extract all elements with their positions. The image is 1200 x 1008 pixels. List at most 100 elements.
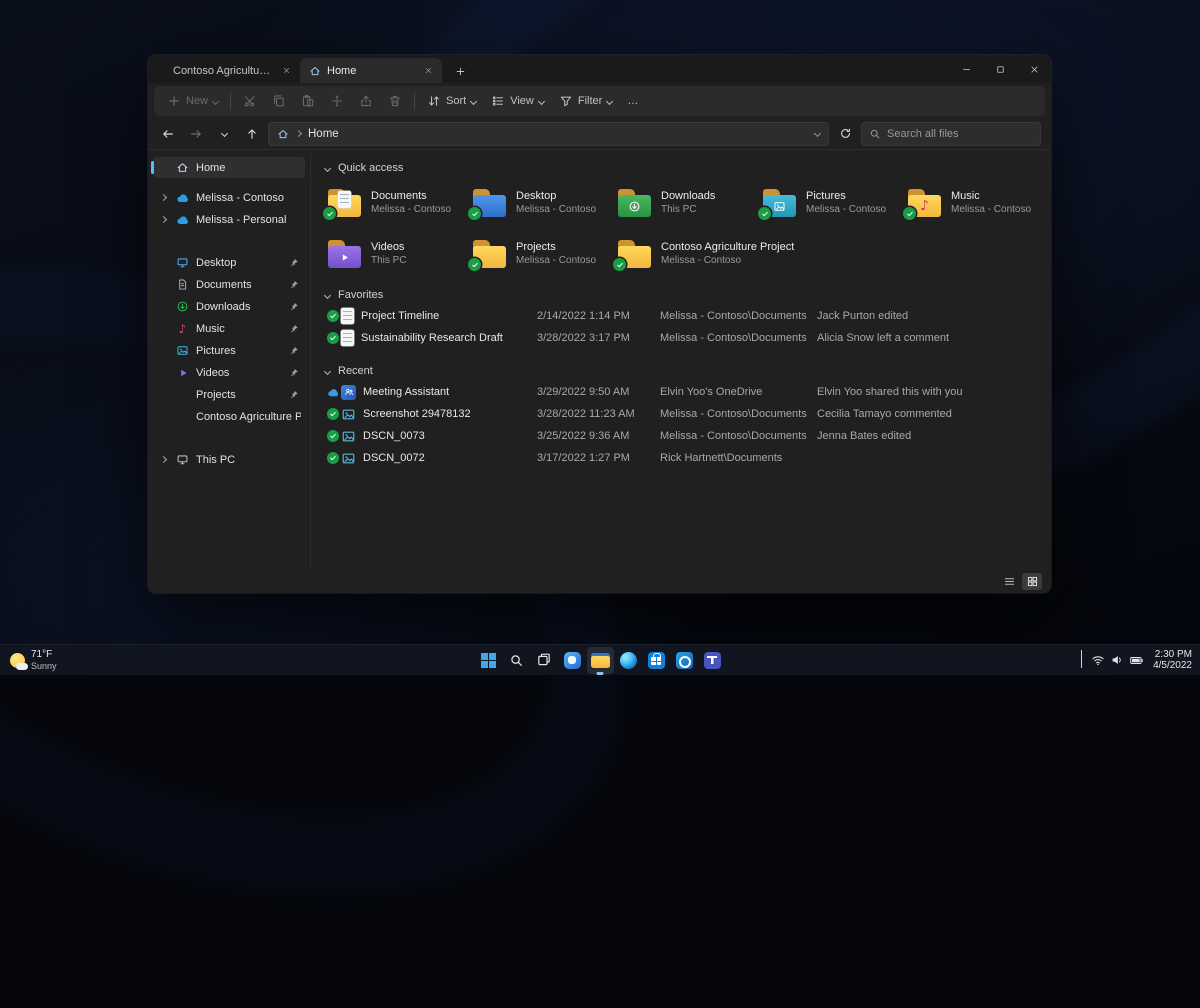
maximize-button[interactable] bbox=[983, 55, 1017, 83]
file-row-dscn-0073[interactable]: DSCN_0073 3/25/2022 9:36 AM Melissa - Co… bbox=[325, 425, 1041, 447]
quick-access-tile-videos[interactable]: VideosThis PC bbox=[327, 235, 472, 273]
back-button[interactable] bbox=[156, 122, 180, 146]
filter-button[interactable]: Filter bbox=[552, 88, 619, 114]
sidebar-item-documents[interactable]: Documents bbox=[153, 274, 305, 295]
paste-button[interactable] bbox=[294, 88, 322, 114]
battery-icon bbox=[1129, 653, 1144, 668]
sidebar-item-home[interactable]: Home bbox=[153, 157, 305, 178]
quick-access-tile-desktop[interactable]: DesktopMelissa - Contoso bbox=[472, 184, 617, 222]
tab-contoso-agriculture-project[interactable]: Contoso Agriculture Project bbox=[158, 58, 300, 83]
new-button[interactable]: New bbox=[160, 88, 225, 114]
sidebar-item-melissa-personal[interactable]: Melissa - Personal bbox=[153, 209, 305, 230]
search-box[interactable] bbox=[861, 122, 1041, 146]
clock[interactable]: 2:30 PM 4/5/2022 bbox=[1153, 649, 1192, 672]
quick-access-tile-documents[interactable]: DocumentsMelissa - Contoso bbox=[327, 184, 472, 222]
download-icon bbox=[618, 195, 651, 217]
copy-button[interactable] bbox=[265, 88, 293, 114]
address-dropdown-chevron[interactable] bbox=[814, 130, 821, 137]
collapse-chevron-icon[interactable] bbox=[325, 166, 330, 171]
sidebar-item-label: Home bbox=[196, 162, 301, 174]
recent-locations-chevron[interactable] bbox=[212, 122, 236, 146]
forward-button[interactable] bbox=[184, 122, 208, 146]
expand-chevron-icon[interactable] bbox=[157, 217, 169, 222]
pin-icon bbox=[289, 280, 299, 290]
up-button[interactable] bbox=[240, 122, 264, 146]
tray-status-icons[interactable] bbox=[1091, 653, 1144, 668]
minimize-button[interactable] bbox=[949, 55, 983, 83]
sidebar-item-music[interactable]: ♪ Music bbox=[153, 318, 305, 339]
collapse-chevron-icon[interactable] bbox=[325, 293, 330, 298]
quick-access-tile-pictures[interactable]: PicturesMelissa - Contoso bbox=[762, 184, 907, 222]
expand-chevron-icon[interactable] bbox=[157, 457, 169, 462]
sidebar-item-downloads[interactable]: Downloads bbox=[153, 296, 305, 317]
hidden-icons-button[interactable] bbox=[1081, 651, 1082, 669]
tab-close-icon[interactable] bbox=[278, 63, 294, 79]
divider bbox=[230, 93, 231, 109]
delete-button[interactable] bbox=[381, 88, 409, 114]
breadcrumb-segment[interactable]: Home bbox=[308, 128, 339, 140]
see-more-button[interactable]: … bbox=[620, 88, 645, 114]
edge-button[interactable] bbox=[615, 647, 642, 674]
file-location: Melissa - Contoso\Documents bbox=[660, 408, 817, 420]
sidebar-item-this-pc[interactable]: This PC bbox=[153, 449, 305, 470]
pin-icon bbox=[289, 346, 299, 356]
quick-access-tile-contoso-agriculture-project[interactable]: Contoso Agriculture ProjectMelissa - Con… bbox=[617, 235, 762, 273]
file-row-project-timeline[interactable]: Project Timeline 2/14/2022 1:14 PM Melis… bbox=[325, 305, 1041, 327]
collapse-chevron-icon[interactable] bbox=[325, 369, 330, 374]
thumbnails-view-toggle[interactable] bbox=[1022, 573, 1042, 590]
store-button[interactable] bbox=[643, 647, 670, 674]
tab-home[interactable]: Home bbox=[300, 58, 442, 83]
file-row-sustainability-research-draft[interactable]: Sustainability Research Draft 3/28/2022 … bbox=[325, 327, 1041, 349]
sort-button[interactable]: Sort bbox=[420, 88, 483, 114]
new-tab-button[interactable] bbox=[448, 59, 472, 83]
sidebar-item-desktop[interactable]: Desktop bbox=[153, 252, 305, 273]
close-button[interactable] bbox=[1017, 55, 1051, 83]
outlook-button[interactable] bbox=[671, 647, 698, 674]
chevron-down-icon bbox=[470, 97, 477, 104]
tile-name: Downloads bbox=[661, 190, 715, 203]
document-icon bbox=[175, 277, 190, 292]
search-button[interactable] bbox=[503, 647, 530, 674]
weather-icon bbox=[10, 653, 25, 668]
expand-chevron-icon[interactable] bbox=[157, 195, 169, 200]
file-date: 3/17/2022 1:27 PM bbox=[537, 452, 660, 464]
file-explorer-button[interactable] bbox=[587, 647, 614, 674]
quick-access-tile-downloads[interactable]: DownloadsThis PC bbox=[617, 184, 762, 222]
sidebar-item-projects[interactable]: Projects bbox=[153, 384, 305, 405]
sidebar-item-melissa-contoso[interactable]: Melissa - Contoso bbox=[153, 187, 305, 208]
sidebar-item-contoso-agriculture-project[interactable]: Contoso Agriculture Project bbox=[153, 406, 305, 427]
chat-button[interactable] bbox=[559, 647, 586, 674]
refresh-button[interactable] bbox=[833, 122, 857, 146]
sync-status-icon bbox=[325, 430, 341, 443]
share-button[interactable] bbox=[352, 88, 380, 114]
sync-status-icon bbox=[323, 207, 336, 220]
search-input[interactable] bbox=[887, 128, 1033, 140]
quick-access-tile-music[interactable]: ♪ MusicMelissa - Contoso bbox=[907, 184, 1051, 222]
breadcrumb[interactable]: Home bbox=[268, 122, 829, 146]
chevron-down-icon bbox=[212, 97, 219, 104]
home-icon bbox=[277, 128, 289, 140]
sidebar-item-pictures[interactable]: Pictures bbox=[153, 340, 305, 361]
details-view-toggle[interactable] bbox=[999, 573, 1019, 590]
sync-status-icon bbox=[325, 332, 341, 345]
task-view-button[interactable] bbox=[531, 647, 558, 674]
folder-icon bbox=[617, 240, 652, 268]
home-icon bbox=[175, 160, 190, 175]
quick-access-tile-projects[interactable]: ProjectsMelissa - Contoso bbox=[472, 235, 617, 273]
file-row-dscn-0072[interactable]: DSCN_0072 3/17/2022 1:27 PM Rick Hartnet… bbox=[325, 447, 1041, 469]
start-button[interactable] bbox=[475, 647, 502, 674]
view-button[interactable]: View bbox=[484, 88, 551, 114]
rename-button[interactable] bbox=[323, 88, 351, 114]
file-explorer-icon bbox=[591, 653, 610, 668]
file-row-meeting-assistant[interactable]: Meeting Assistant 3/29/2022 9:50 AM Elvi… bbox=[325, 381, 1041, 403]
sidebar-item-label: Contoso Agriculture Project bbox=[196, 411, 301, 423]
file-row-screenshot-29478132[interactable]: Screenshot 29478132 3/28/2022 11:23 AM M… bbox=[325, 403, 1041, 425]
file-activity: Elvin Yoo shared this with you bbox=[817, 386, 963, 398]
chevron-down-icon bbox=[538, 97, 545, 104]
desktop-icon bbox=[175, 255, 190, 270]
weather-widget[interactable]: 71°F Sunny bbox=[10, 645, 57, 675]
teams-button[interactable] bbox=[699, 647, 726, 674]
tab-close-icon[interactable] bbox=[420, 63, 436, 79]
sidebar-item-videos[interactable]: Videos bbox=[153, 362, 305, 383]
cut-button[interactable] bbox=[236, 88, 264, 114]
